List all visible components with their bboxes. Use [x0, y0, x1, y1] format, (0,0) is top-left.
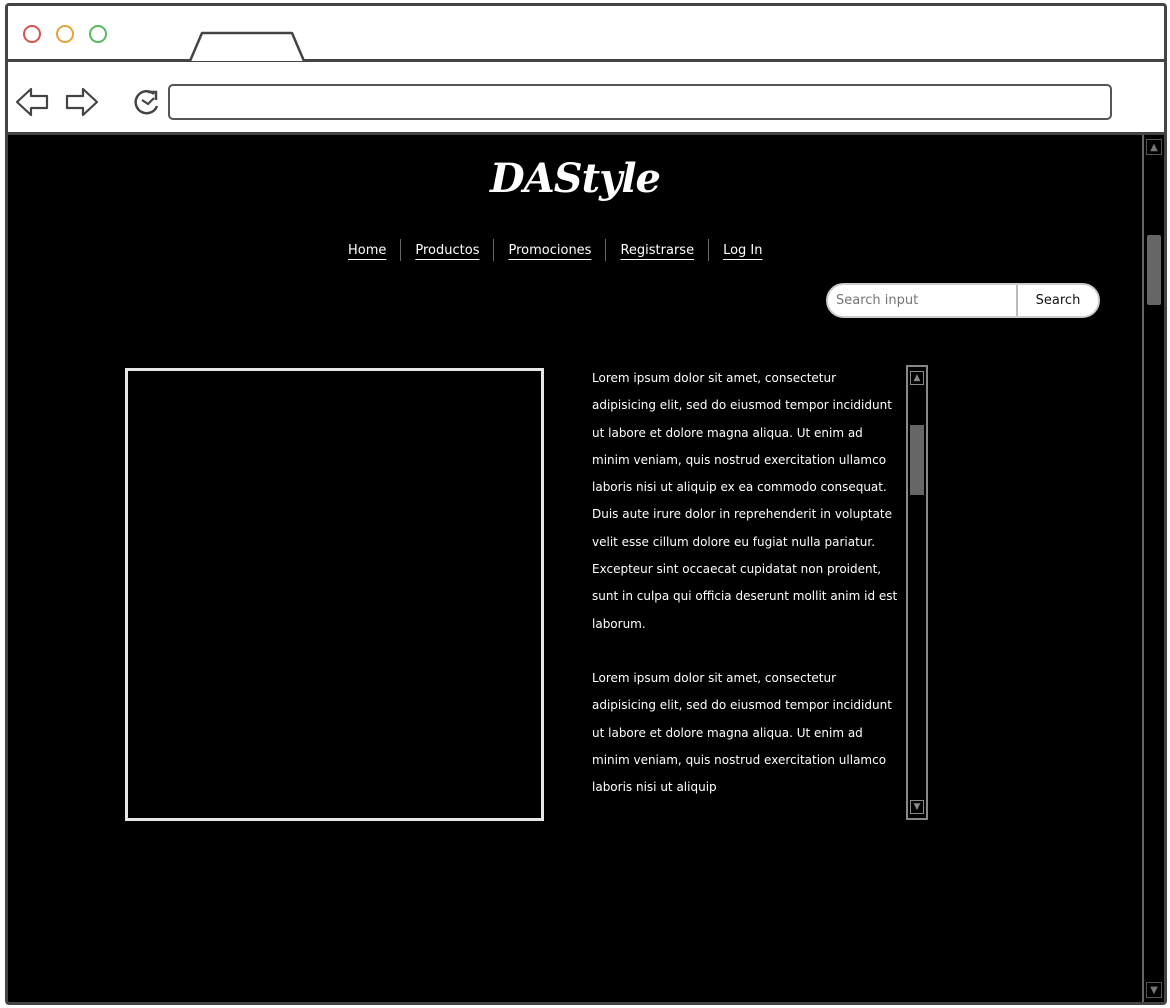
search-box: Search [826, 283, 1100, 318]
paragraph: Lorem ipsum dolor sit amet, consectetur … [592, 670, 892, 795]
scroll-thumb[interactable] [1147, 235, 1161, 305]
search-input[interactable] [828, 285, 1016, 316]
nav-link-home[interactable]: Home [334, 243, 400, 258]
scroll-down-arrow-icon[interactable]: ▼ [910, 800, 924, 814]
text-scrollbar[interactable]: ▲ ▼ [906, 365, 928, 820]
search-button[interactable]: Search [1016, 285, 1098, 316]
main-menu: Home Productos Promociones Registrarse L… [334, 239, 777, 261]
scroll-down-arrow-icon[interactable]: ▼ [1146, 982, 1162, 998]
page-scrollbar[interactable]: ▲ ▼ [1142, 135, 1164, 1002]
maximize-window-button[interactable] [89, 25, 107, 43]
arrow-left-icon[interactable] [14, 84, 50, 120]
paragraph: Lorem ipsum dolor sit amet, consectetur … [592, 371, 898, 631]
nav-link-promociones[interactable]: Promociones [494, 243, 605, 258]
scroll-up-arrow-icon[interactable]: ▲ [910, 371, 924, 385]
body-text: Lorem ipsum dolor sit amet, consectetur … [592, 365, 902, 820]
title-bar [8, 6, 1164, 62]
text-scroll-area[interactable]: Lorem ipsum dolor sit amet, consectetur … [592, 365, 928, 820]
arrow-right-icon[interactable] [64, 84, 100, 120]
navigation-bar [8, 62, 1164, 135]
nav-link-registrarse[interactable]: Registrarse [606, 243, 708, 258]
browser-tab[interactable] [188, 30, 306, 62]
reload-icon[interactable] [130, 84, 164, 120]
browser-window: DAStyle Home Productos Promociones Regis… [5, 3, 1167, 1005]
scroll-up-arrow-icon[interactable]: ▲ [1146, 139, 1162, 155]
address-bar[interactable] [168, 84, 1112, 120]
page-viewport: DAStyle Home Productos Promociones Regis… [8, 135, 1164, 1002]
nav-link-login[interactable]: Log In [709, 243, 776, 258]
site-logo[interactable]: DAStyle [8, 155, 1142, 202]
close-window-button[interactable] [23, 25, 41, 43]
image-placeholder [125, 368, 544, 821]
nav-link-productos[interactable]: Productos [401, 243, 493, 258]
minimize-window-button[interactable] [56, 25, 74, 43]
scroll-thumb[interactable] [910, 425, 924, 495]
